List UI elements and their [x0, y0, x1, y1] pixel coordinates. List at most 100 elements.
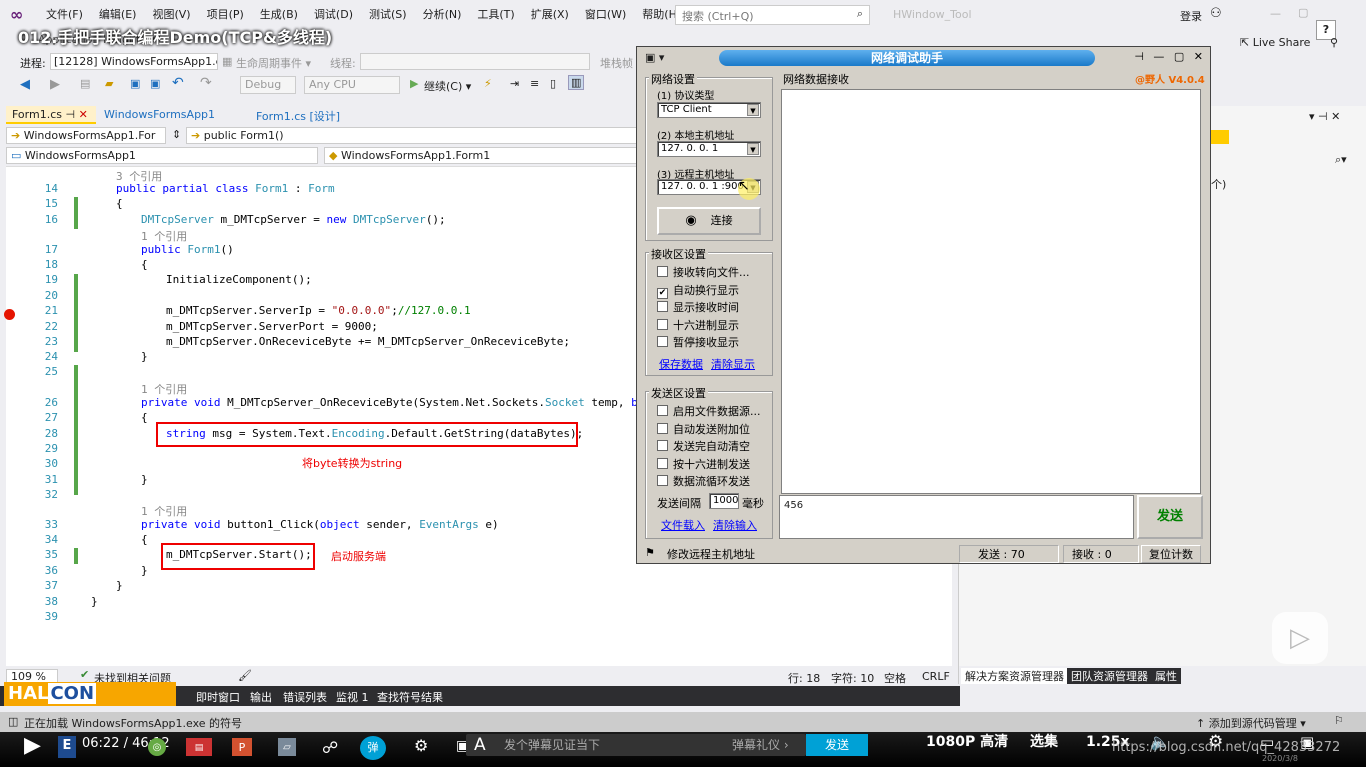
forward-icon[interactable]: ▶ — [50, 77, 60, 92]
scope-nav-select[interactable]: ▭ WindowsFormsApp1 — [6, 147, 318, 164]
clear-input-link[interactable]: 清除输入 — [713, 517, 757, 533]
menu-window[interactable]: 窗口(W) — [577, 0, 634, 30]
breakpoint-icon[interactable] — [4, 309, 15, 320]
tab-watch[interactable]: 监视 1 — [336, 689, 369, 705]
file-load-link[interactable]: 文件载入 — [661, 517, 705, 533]
clear-display-link[interactable]: 清除显示 — [711, 356, 755, 372]
interval-input[interactable]: 1000 — [709, 493, 739, 509]
search-input[interactable]: 搜索 (Ctrl+Q) ⌕ — [675, 5, 870, 25]
back-icon[interactable]: ◀ — [20, 77, 30, 92]
tab-form1-designer[interactable]: Form1.cs [设计] — [250, 106, 380, 124]
save-all-icon[interactable]: ▣ — [150, 77, 160, 90]
class-nav-select[interactable]: ◆ WindowsFormsApp1.Form1 — [324, 147, 640, 164]
spinner-icon[interactable]: ⇕ — [172, 128, 181, 141]
checkbox-icon[interactable] — [657, 422, 668, 434]
send-checkbox[interactable]: 自动发送附加位 — [657, 421, 750, 437]
tab-windowsformsapp1[interactable]: WindowsFormsApp1 — [98, 106, 248, 124]
lifecycle-events[interactable]: 生命周期事件 ▾ — [236, 55, 311, 71]
taskbar-app-icon[interactable]: P — [232, 738, 252, 756]
recv-checkbox[interactable]: 接收转向文件... — [657, 264, 750, 280]
checkbox-icon[interactable]: ✔ — [657, 287, 668, 299]
episodes-button[interactable]: 选集 — [1030, 732, 1058, 752]
connect-button[interactable]: ◉ 连接 — [657, 207, 761, 235]
recv-textarea[interactable] — [781, 89, 1201, 494]
taskbar-app-icon[interactable]: ▱ — [278, 738, 296, 756]
live-share-button[interactable]: ⇱ Live Share — [1240, 36, 1310, 49]
taskbar-app-icon[interactable]: ◎ — [148, 738, 166, 756]
send-textarea[interactable]: 456 — [779, 495, 1134, 539]
network-icon[interactable]: ☍ — [322, 738, 338, 758]
danmaku-send-button[interactable]: 发送 — [806, 734, 868, 756]
checkbox-icon[interactable] — [657, 405, 668, 416]
window-controls[interactable]: ⊣ — ▢ ✕ — [1134, 50, 1206, 63]
minimize-icon[interactable]: — — [1270, 7, 1281, 20]
checkbox-icon[interactable] — [657, 318, 668, 330]
project-nav-select[interactable]: ➔ WindowsFormsApp1.For — [6, 127, 166, 144]
tv-play-icon[interactable]: ▷ — [1272, 612, 1328, 664]
ref-count[interactable]: 1 个引用 — [141, 503, 187, 519]
ref-count[interactable]: 1 个引用 — [141, 228, 187, 244]
send-checkbox[interactable]: 发送完自动清空 — [657, 438, 750, 454]
tab-form1-cs[interactable]: Form1.cs ⊣ ✕ — [6, 106, 96, 124]
taskbar-app-icon[interactable]: ▤ — [186, 738, 212, 756]
save-icon[interactable]: ▣ — [130, 77, 140, 90]
text-style-icon[interactable]: A — [474, 734, 486, 756]
solution-config-select[interactable]: Debug — [240, 76, 296, 94]
comment-icon[interactable]: ▯ — [550, 77, 556, 90]
checkbox-icon[interactable] — [657, 475, 668, 486]
brush-icon[interactable]: 🖌 — [238, 669, 252, 682]
continue-button[interactable]: 继续(C) ▾ — [424, 78, 471, 94]
quality-select[interactable]: 1080P 高清 — [926, 732, 1008, 752]
format-icon[interactable]: ≡ — [530, 77, 539, 90]
search-icon[interactable]: ⌕▾ — [1335, 153, 1347, 167]
member-nav-select[interactable]: ➔ public Form1() — [186, 127, 640, 144]
pin-icon[interactable]: ⊣ — [65, 108, 75, 121]
close-icon[interactable]: ✕ — [79, 108, 88, 121]
panel-menu-icon[interactable]: ▾ ⊣ ✕ — [1309, 110, 1340, 123]
tab-find-symbol[interactable]: 查找符号结果 — [377, 689, 443, 705]
panel-icon[interactable]: ▥ — [568, 75, 585, 90]
undo-icon[interactable]: ↶ — [172, 75, 184, 91]
menu-test[interactable]: 测试(S) — [361, 0, 415, 30]
person-icon[interactable]: ⚲ — [1330, 36, 1338, 49]
checkbox-icon[interactable] — [657, 440, 668, 451]
add-source-control[interactable]: ↑ 添加到源代码管理 ▾ — [1196, 715, 1306, 731]
new-project-icon[interactable]: ▤ — [80, 77, 90, 90]
open-file-icon[interactable]: ▰ — [105, 77, 113, 90]
process-select[interactable]: [12128] WindowsFormsApp1.e — [50, 53, 218, 70]
checkbox-icon[interactable] — [657, 266, 668, 277]
thread-select[interactable] — [360, 53, 590, 70]
send-checkbox[interactable]: 按十六进制发送 — [657, 456, 750, 472]
recv-checkbox[interactable]: 暂停接收显示 — [657, 334, 739, 350]
tab-team-explorer[interactable]: 团队资源管理器 — [1067, 668, 1152, 684]
recv-checkbox[interactable]: ✔ 自动换行显示 — [657, 282, 739, 299]
danmaku-input[interactable]: A 发个弹幕见证当下 弹幕礼仪 › — [466, 734, 806, 756]
notification-icon[interactable]: ⚐ — [1334, 714, 1344, 727]
taskbar-app-icon[interactable]: E — [58, 736, 76, 758]
recv-checkbox[interactable]: 十六进制显示 — [657, 317, 739, 333]
danmaku-settings-icon[interactable]: ⚙ — [414, 736, 428, 756]
send-checkbox[interactable]: 数据流循环发送 — [657, 473, 750, 489]
play-icon[interactable]: ▶ — [24, 735, 41, 757]
send-checkbox[interactable]: 启用文件数据源... — [657, 403, 761, 419]
checkbox-icon[interactable] — [657, 457, 668, 469]
dropdown-arrow-icon[interactable]: ▼ — [747, 143, 759, 155]
user-icon[interactable]: ⚇ — [1210, 6, 1222, 21]
checkbox-icon[interactable] — [657, 336, 668, 347]
recv-checkbox[interactable]: 显示接收时间 — [657, 299, 739, 315]
menu-extensions[interactable]: 扩展(X) — [523, 0, 577, 30]
app-icon[interactable]: ▣ ▾ — [645, 51, 664, 64]
panel-pin-icon[interactable] — [1211, 130, 1229, 144]
menu-analyze[interactable]: 分析(N) — [415, 0, 470, 30]
dropdown-arrow-icon[interactable]: ▼ — [747, 104, 759, 116]
reset-count-button[interactable]: 复位计数 — [1141, 545, 1201, 563]
maximize-icon[interactable]: ▢ — [1298, 6, 1308, 19]
step-icon[interactable]: ⇥ — [510, 77, 519, 90]
checkbox-icon[interactable] — [657, 301, 668, 312]
protocol-select[interactable]: TCP Client ▼ — [657, 102, 761, 118]
redo-icon[interactable]: ↷ — [200, 75, 212, 91]
tab-solution-explorer[interactable]: 解决方案资源管理器 — [961, 668, 1068, 684]
tab-immediate[interactable]: 即时窗口 — [196, 689, 240, 705]
login-link[interactable]: 登录 — [1180, 8, 1202, 24]
send-button[interactable]: 发送 — [1137, 495, 1203, 539]
